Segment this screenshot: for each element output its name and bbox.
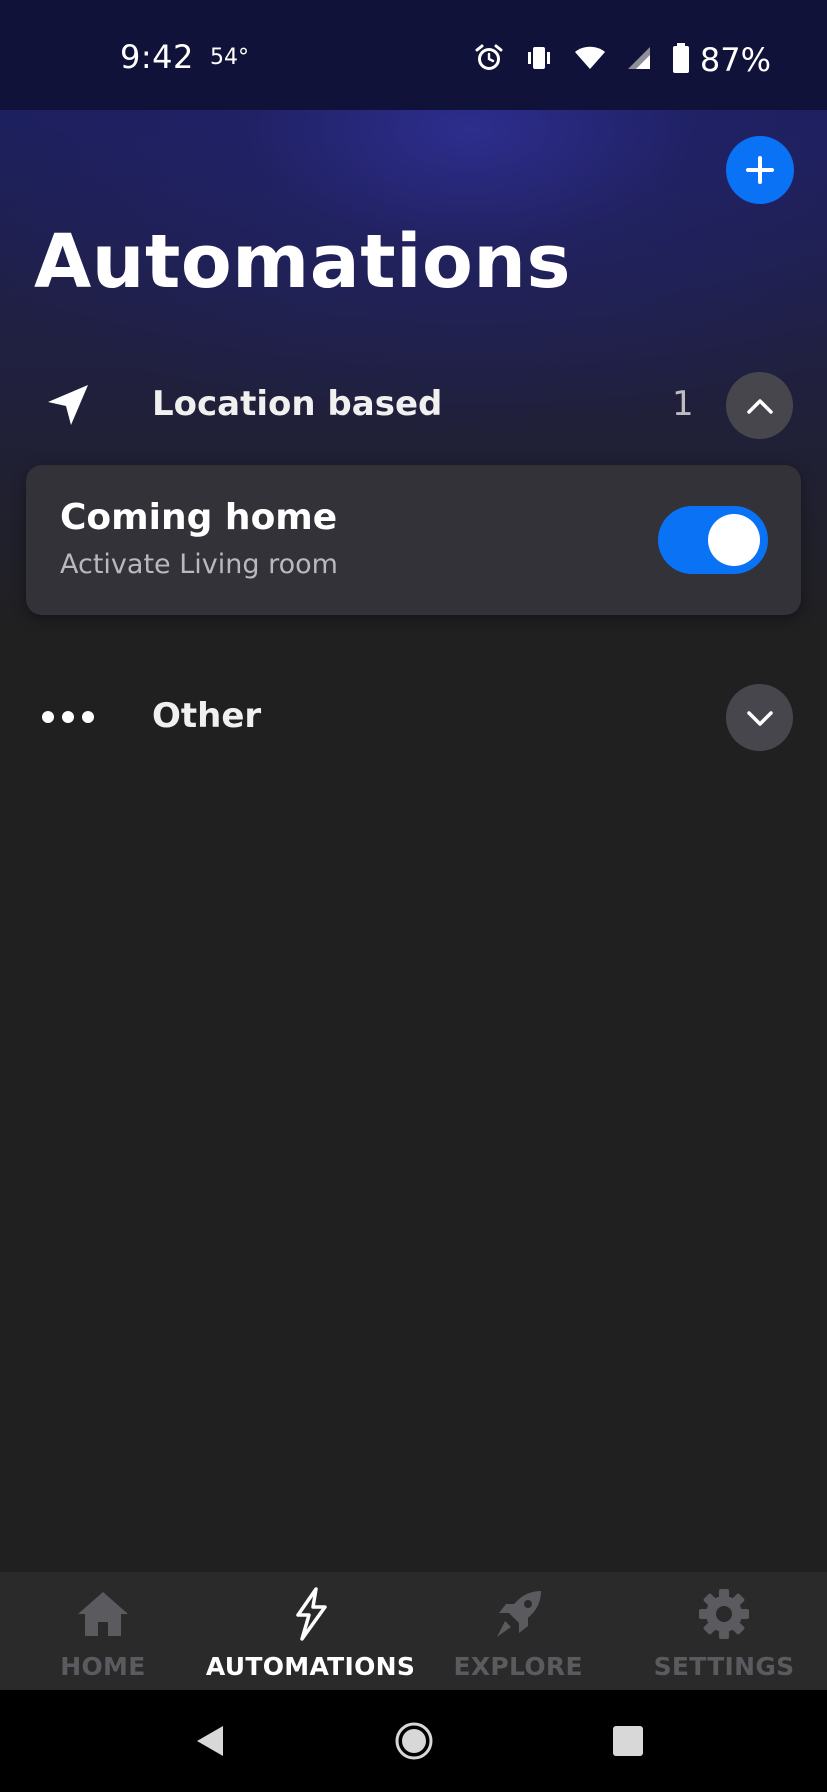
nav-label: AUTOMATIONS — [205, 1652, 416, 1681]
nav-label: EXPLORE — [453, 1652, 583, 1681]
automation-subtitle: Activate Living room — [60, 549, 338, 580]
lightning-icon — [281, 1586, 341, 1642]
alarm-icon — [474, 43, 504, 77]
rocket-icon — [488, 1586, 548, 1642]
gear-icon — [694, 1586, 754, 1642]
nav-label: HOME — [60, 1652, 146, 1681]
section-label: Location based — [152, 384, 443, 424]
vibrate-icon — [524, 43, 554, 77]
nav-item-explore[interactable]: EXPLORE — [415, 1572, 621, 1690]
page-title: Automations — [34, 219, 572, 305]
status-bar: 9:42 54° 87% — [0, 0, 827, 110]
plus-icon — [746, 156, 774, 184]
more-dots-icon — [40, 694, 96, 740]
automations-screen: 9:42 54° 87% Automations Location based … — [0, 0, 827, 1792]
chevron-up-icon — [746, 398, 773, 414]
status-temperature: 54° — [210, 45, 249, 70]
battery-percentage: 87% — [699, 41, 771, 79]
toggle-knob — [708, 514, 760, 566]
add-automation-button[interactable] — [726, 136, 794, 204]
section-other[interactable]: Other — [0, 682, 827, 752]
section-count: 1 — [672, 384, 694, 424]
collapse-location-button[interactable] — [726, 372, 793, 439]
nav-item-home[interactable]: HOME — [0, 1572, 206, 1690]
status-icons: 87% — [474, 40, 771, 80]
battery-icon — [672, 42, 690, 78]
recents-icon[interactable] — [588, 1690, 668, 1792]
status-time: 9:42 — [120, 38, 194, 76]
automation-toggle[interactable] — [658, 506, 768, 574]
expand-other-button[interactable] — [726, 684, 793, 751]
bottom-navigation: HOME AUTOMATIONS EXPLORE SETTINGS — [0, 1572, 827, 1690]
section-label: Other — [152, 696, 262, 736]
automation-card-coming-home[interactable]: Coming home Activate Living room — [26, 465, 801, 615]
system-navigation-bar — [0, 1690, 827, 1792]
section-location-based[interactable]: Location based 1 — [0, 370, 827, 440]
signal-icon — [626, 43, 652, 77]
wifi-icon — [574, 43, 606, 77]
home-circle-icon[interactable] — [374, 1690, 454, 1792]
location-arrow-icon — [40, 382, 96, 428]
nav-item-settings[interactable]: SETTINGS — [621, 1572, 827, 1690]
nav-label: SETTINGS — [653, 1652, 795, 1681]
automation-title: Coming home — [60, 497, 338, 538]
back-icon[interactable] — [170, 1690, 250, 1792]
home-icon — [73, 1586, 133, 1642]
nav-item-automations[interactable]: AUTOMATIONS — [206, 1572, 415, 1690]
chevron-down-icon — [746, 710, 773, 726]
